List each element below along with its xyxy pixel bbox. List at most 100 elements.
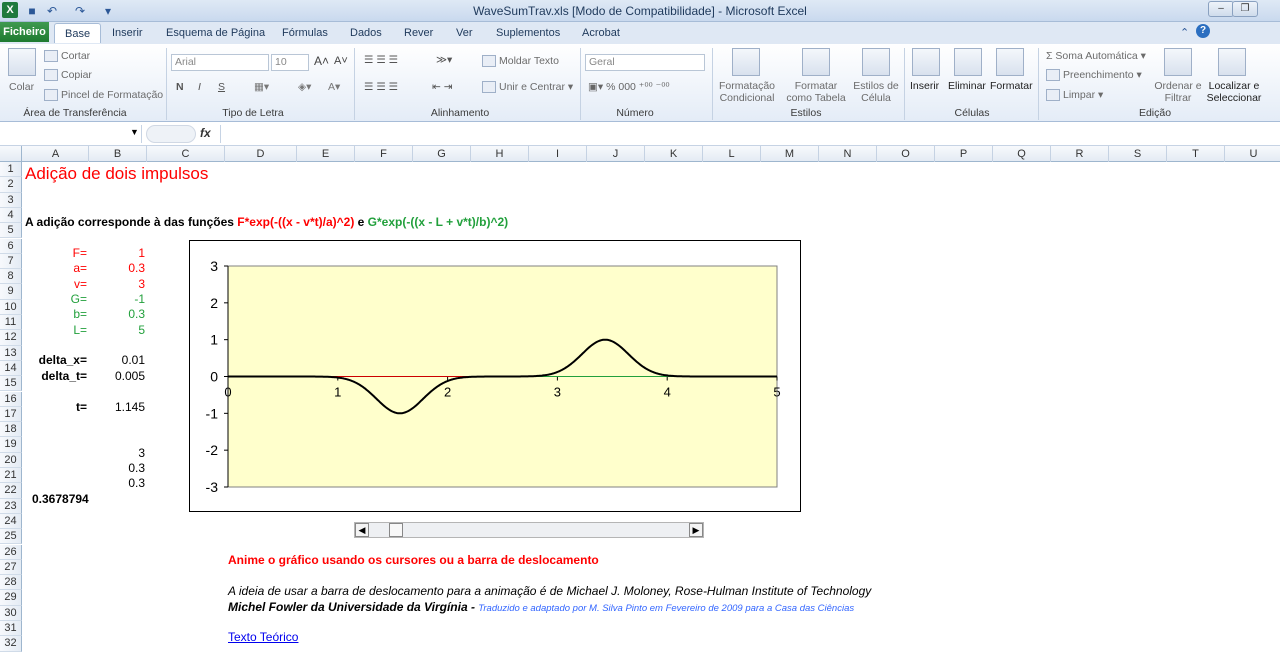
clear-button[interactable]: Limpar ▾ [1046,89,1103,102]
param-label[interactable]: v= [25,277,87,291]
paste-button[interactable]: Colar [9,81,34,93]
param-label[interactable]: F= [25,246,87,260]
row-header-12[interactable]: 12 [0,330,22,346]
orientation-icon[interactable]: ≫▾ [436,54,452,66]
column-header-o[interactable]: O [877,146,935,162]
param-value[interactable]: 5 [90,323,145,337]
row-header-19[interactable]: 19 [0,437,22,453]
column-header-k[interactable]: K [645,146,703,162]
font-name-select[interactable]: Arial [171,54,269,71]
param-value[interactable]: 1 [90,246,145,260]
row-header-8[interactable]: 8 [0,269,22,285]
row-header-31[interactable]: 31 [0,621,22,637]
find-select-icon[interactable] [1218,48,1246,76]
delta-x-label[interactable]: delta_x= [25,353,87,367]
row-header-20[interactable]: 20 [0,452,22,468]
row-header-13[interactable]: 13 [0,345,22,361]
select-all-button[interactable] [0,146,22,162]
column-header-m[interactable]: M [761,146,819,162]
row-header-5[interactable]: 5 [0,223,22,239]
tab-page-layout[interactable]: Esquema de Página [156,23,275,43]
autosum-button[interactable]: Σ Soma Automática ▾ [1046,50,1146,62]
cell-styles-icon[interactable] [862,48,890,76]
copy-button[interactable]: Copiar [44,69,92,82]
cell-styles-button[interactable]: Estilos de Célula [850,80,902,104]
row-header-9[interactable]: 9 [0,284,22,300]
description-cell[interactable]: A adição corresponde à das funções F*exp… [25,215,508,229]
merge-center-button[interactable]: Unir e Centrar ▾ [482,81,573,94]
row-header-30[interactable]: 30 [0,605,22,621]
tab-home[interactable]: Base [54,23,102,43]
column-header-b[interactable]: B [89,146,147,162]
animate-instruction[interactable]: Anime o gráfico usando os cursores ou a … [228,553,599,567]
row-header-3[interactable]: 3 [0,192,22,208]
indent-icon[interactable]: ⇤ ⇥ [432,81,453,93]
row-header-18[interactable]: 18 [0,422,22,438]
fill-color-icon[interactable]: ◈▾ [298,81,311,93]
column-header-r[interactable]: R [1051,146,1109,162]
cut-button[interactable]: Cortar [44,50,90,63]
scroll-thumb[interactable] [389,523,403,537]
credit-line-1[interactable]: A ideia de usar a barra de deslocamento … [228,584,871,598]
row-header-6[interactable]: 6 [0,238,22,254]
format-cells-icon[interactable] [996,48,1024,76]
param-label[interactable]: L= [25,323,87,337]
bold-button[interactable]: N [176,81,184,93]
column-header-s[interactable]: S [1109,146,1167,162]
scroll-left-icon[interactable]: ◀ [355,523,369,537]
help-icon[interactable]: ? [1196,24,1210,38]
column-header-a[interactable]: A [23,146,89,162]
ribbon-minimize-icon[interactable]: ⌃ [1180,26,1189,39]
format-as-table-icon[interactable] [802,48,830,76]
conditional-format-icon[interactable] [732,48,760,76]
underline-button[interactable]: S [218,81,225,93]
row-header-23[interactable]: 23 [0,498,22,514]
format-as-table-button[interactable]: Formatar como Tabela [782,80,850,104]
tab-review[interactable]: Rever [394,23,443,43]
row-header-7[interactable]: 7 [0,253,22,270]
row-header-10[interactable]: 10 [0,299,22,315]
delta-x-value[interactable]: 0.01 [90,353,145,367]
column-header-i[interactable]: I [529,146,587,162]
column-header-c[interactable]: C [147,146,225,162]
paste-icon[interactable] [8,48,36,76]
delta-t-value[interactable]: 0.005 [90,369,145,383]
font-size-select[interactable]: 10 [271,54,309,71]
insert-cells-button[interactable]: Inserir [910,80,939,92]
t-label[interactable]: t= [25,400,87,414]
column-header-n[interactable]: N [819,146,877,162]
row-header-25[interactable]: 25 [0,529,22,545]
row-header-11[interactable]: 11 [0,315,22,331]
cell-a22[interactable]: 0.3678794 [32,492,89,506]
column-header-j[interactable]: J [587,146,645,162]
column-header-h[interactable]: H [471,146,529,162]
conditional-format-button[interactable]: Formatação Condicional [716,80,778,104]
formula-bar-expand[interactable] [146,125,196,143]
italic-button[interactable]: I [198,81,201,93]
row-header-16[interactable]: 16 [0,391,22,407]
currency-icon[interactable]: ▣▾ % 000 ⁺⁰⁰ ⁻⁰⁰ [588,81,670,93]
insert-cells-icon[interactable] [912,48,940,76]
row-header-26[interactable]: 26 [0,544,22,560]
format-cells-button[interactable]: Formatar [990,80,1033,92]
param-label[interactable]: a= [25,261,87,275]
row-header-24[interactable]: 24 [0,513,22,530]
row-header-17[interactable]: 17 [0,406,22,423]
font-color-icon[interactable]: A▾ [328,81,340,93]
cell-b20[interactable]: 0.3 [90,461,145,475]
align-top-icon[interactable]: ☰ ☰ ☰ [364,54,398,66]
row-header-22[interactable]: 22 [0,483,22,499]
param-value[interactable]: 3 [90,277,145,291]
param-value[interactable]: 0.3 [90,261,145,275]
shrink-font-icon[interactable]: A˅ [334,55,348,67]
cell-b19[interactable]: 3 [90,446,145,460]
column-header-u[interactable]: U [1225,146,1280,162]
row-header-2[interactable]: 2 [0,177,22,193]
param-label[interactable]: b= [25,307,87,321]
wrap-text-button[interactable]: Moldar Texto [482,55,559,68]
find-select-button[interactable]: Localizar e Seleccionar [1202,80,1266,104]
column-header-e[interactable]: E [297,146,355,162]
borders-icon[interactable]: ▦▾ [254,81,269,93]
credit-line-2[interactable]: Michel Fowler da Universidade da Virgíni… [228,600,854,614]
minimize-button[interactable]: – [1208,1,1234,17]
